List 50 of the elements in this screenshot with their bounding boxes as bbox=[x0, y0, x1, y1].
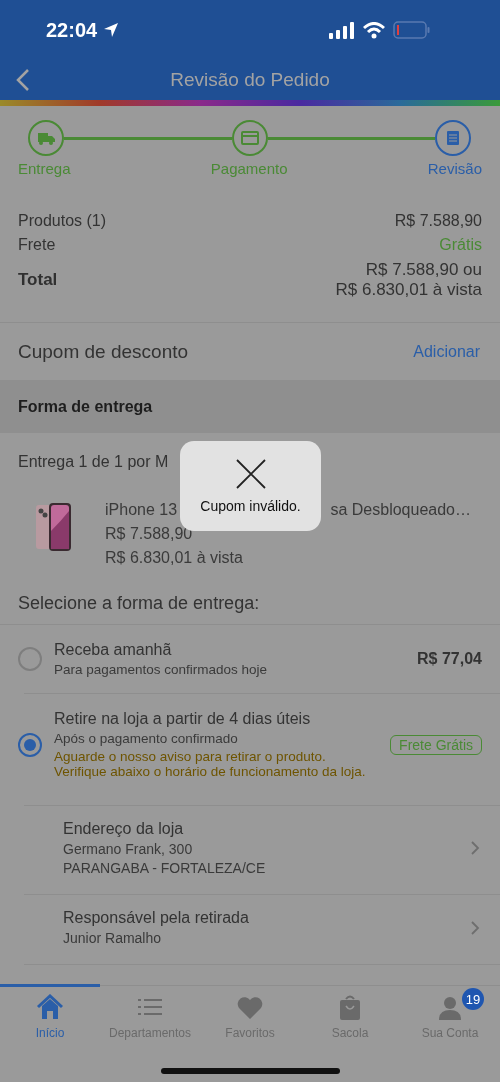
section-header: Forma de entrega bbox=[0, 380, 500, 433]
summary-label: Produtos (1) bbox=[18, 212, 107, 230]
option-price: R$ 77,04 bbox=[417, 650, 482, 668]
free-shipping-tag: Frete Grátis bbox=[390, 734, 482, 755]
signal-icon bbox=[329, 21, 355, 39]
summary-value: Grátis bbox=[439, 236, 482, 254]
option-title: Retire na loja a partir de 4 dias úteis bbox=[54, 710, 312, 728]
option-subtitle: Após o pagamento confirmado bbox=[54, 731, 239, 746]
summary-value: R$ 7.588,90 ou bbox=[365, 260, 482, 280]
step-label: Pagamento bbox=[210, 160, 288, 177]
option-title: Receba amanhã bbox=[54, 641, 173, 659]
heart-icon bbox=[236, 994, 264, 1022]
tab-item[interactable]: Início bbox=[0, 994, 100, 1040]
add-coupon-link[interactable]: Adicionar bbox=[413, 342, 480, 361]
summary-label: Total bbox=[18, 270, 58, 290]
step-label: Revisão bbox=[427, 160, 482, 177]
option-note: Aguarde o nosso aviso para retirar o produto. Verifique abaixo o horário de funcionamento da loja. bbox=[54, 749, 367, 779]
home-icon bbox=[36, 994, 64, 1022]
coupon-label: Cupom de desconto bbox=[18, 340, 189, 363]
detail-line: Germano Frank, 300 bbox=[63, 841, 194, 857]
chevron-right-icon[interactable] bbox=[470, 919, 480, 936]
shipment-heading: Entrega 1 de 1 por M bbox=[18, 453, 169, 472]
detail-line: PARANGABA - FORTALEZA/CE bbox=[63, 860, 267, 876]
summary-value: R$ 6.830,01 à vista bbox=[335, 280, 482, 300]
count-badge: 19 bbox=[462, 988, 484, 1010]
cash-price: R$ 6.830,01 à vista bbox=[105, 549, 244, 567]
screen-title: Revisão do Pedido bbox=[170, 69, 330, 91]
radio-button[interactable] bbox=[18, 647, 42, 671]
clock-time: 22:04 bbox=[46, 18, 98, 42]
location-arrow-icon bbox=[103, 22, 120, 38]
product-name: iPhone 13 bbox=[105, 501, 178, 519]
wifi-icon bbox=[363, 21, 385, 39]
detail-title: Endereço da loja bbox=[63, 820, 185, 838]
step-label: Entrega bbox=[18, 160, 71, 177]
summary-label: Frete bbox=[18, 236, 56, 254]
radio-button[interactable] bbox=[18, 732, 42, 757]
card-icon bbox=[239, 128, 260, 148]
detail-line: Junior Ramalho bbox=[63, 930, 163, 946]
person-icon bbox=[436, 994, 464, 1022]
product-name: sa Desbloqueado… bbox=[330, 501, 471, 519]
detail-title: Responsável pela retirada bbox=[63, 909, 250, 927]
product-price: R$ 7.588,90 bbox=[105, 525, 194, 543]
section-title: Selecione a forma de entrega: bbox=[0, 583, 500, 625]
back-icon[interactable] bbox=[14, 68, 32, 92]
toast-text: Cupom inválido. bbox=[200, 498, 301, 514]
option-subtitle: Para pagamentos confirmados hoje bbox=[54, 662, 269, 677]
battery-icon bbox=[393, 21, 430, 39]
close-icon bbox=[234, 458, 267, 490]
summary-value: R$ 7.588,90 bbox=[394, 212, 482, 230]
chevron-right-icon[interactable] bbox=[470, 840, 480, 856]
